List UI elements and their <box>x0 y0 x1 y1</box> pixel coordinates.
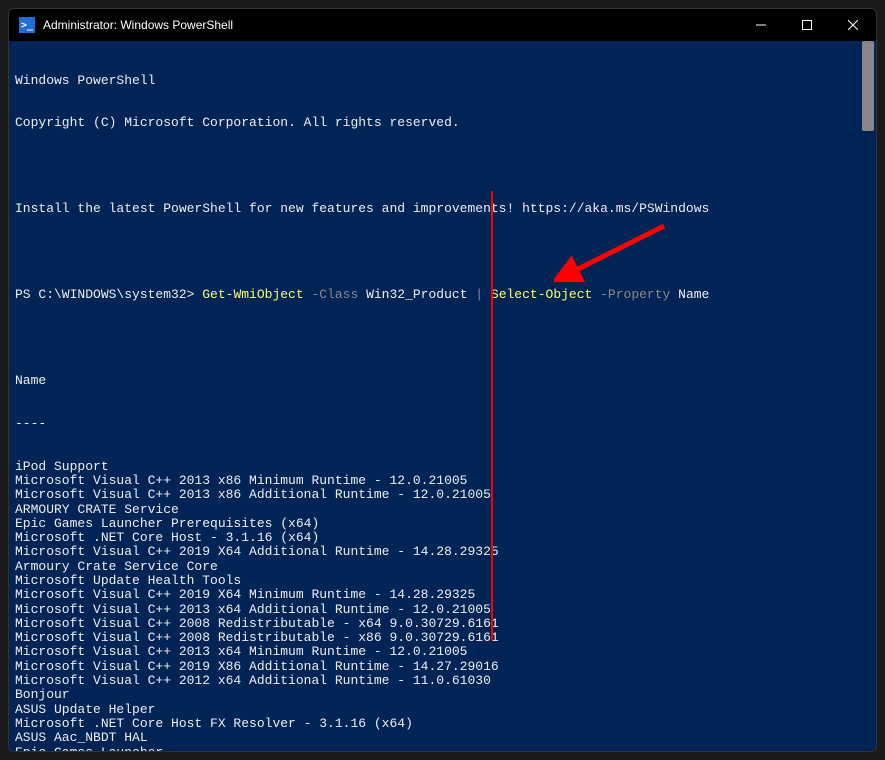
banner-line: Copyright (C) Microsoft Corporation. All… <box>15 116 854 130</box>
prompt-path: PS C:\WINDOWS\system32> <box>15 287 202 302</box>
terminal-output[interactable]: Windows PowerShell Copyright (C) Microso… <box>9 41 860 751</box>
output-row: Bonjour <box>15 688 854 702</box>
output-row: Epic Games Launcher Prerequisites (x64) <box>15 517 854 531</box>
output-row: iPod Support <box>15 460 854 474</box>
argument: Win32_Product <box>366 287 475 302</box>
output-row: Microsoft Visual C++ 2019 X64 Minimum Ru… <box>15 588 854 602</box>
output-row: Microsoft .NET Core Host FX Resolver - 3… <box>15 717 854 731</box>
output-row: Microsoft Visual C++ 2013 x64 Additional… <box>15 603 854 617</box>
scrollbar-thumb[interactable] <box>862 41 874 131</box>
powershell-window: >_ Administrator: Windows PowerShell Win… <box>8 8 877 752</box>
banner-line: Windows PowerShell <box>15 74 854 88</box>
cmdlet: Get-WmiObject <box>202 287 303 302</box>
command-line: PS C:\WINDOWS\system32> Get-WmiObject -C… <box>15 288 854 302</box>
parameter: -Class <box>304 287 366 302</box>
blank-line <box>15 331 854 345</box>
output-row: Armoury Crate Service Core <box>15 560 854 574</box>
blank-line <box>15 159 854 173</box>
column-divider: ---- <box>15 417 854 431</box>
output-row: Microsoft Visual C++ 2008 Redistributabl… <box>15 631 854 645</box>
titlebar[interactable]: >_ Administrator: Windows PowerShell <box>9 9 876 41</box>
powershell-icon: >_ <box>19 17 35 33</box>
minimize-icon <box>756 20 766 30</box>
output-row: Microsoft Update Health Tools <box>15 574 854 588</box>
maximize-button[interactable] <box>784 9 830 41</box>
output-row: Microsoft Visual C++ 2012 x64 Additional… <box>15 674 854 688</box>
close-button[interactable] <box>830 9 876 41</box>
scrollbar-track[interactable] <box>860 41 876 751</box>
output-row: Microsoft Visual C++ 2013 x64 Minimum Ru… <box>15 645 854 659</box>
banner-line: Install the latest PowerShell for new fe… <box>15 202 854 216</box>
blank-line <box>15 245 854 259</box>
output-row: Microsoft Visual C++ 2019 X86 Additional… <box>15 660 854 674</box>
window-title: Administrator: Windows PowerShell <box>43 18 233 32</box>
maximize-icon <box>802 20 812 30</box>
output-row: Microsoft Visual C++ 2019 X64 Additional… <box>15 545 854 559</box>
cmdlet: Select-Object <box>491 287 592 302</box>
column-header: Name <box>15 374 854 388</box>
output-row: ARMOURY CRATE Service <box>15 503 854 517</box>
output-row: Microsoft .NET Core Host - 3.1.16 (x64) <box>15 531 854 545</box>
output-row: Microsoft Visual C++ 2013 x86 Additional… <box>15 488 854 502</box>
minimize-button[interactable] <box>738 9 784 41</box>
pipe: | <box>475 287 491 302</box>
output-row: ASUS Aac_NBDT HAL <box>15 731 854 745</box>
output-row: Epic Games Launcher <box>15 746 854 751</box>
parameter: -Property <box>592 287 678 302</box>
output-row: Microsoft Visual C++ 2013 x86 Minimum Ru… <box>15 474 854 488</box>
close-icon <box>848 20 858 30</box>
output-row: ASUS Update Helper <box>15 703 854 717</box>
output-row: Microsoft Visual C++ 2008 Redistributabl… <box>15 617 854 631</box>
argument: Name <box>678 287 709 302</box>
